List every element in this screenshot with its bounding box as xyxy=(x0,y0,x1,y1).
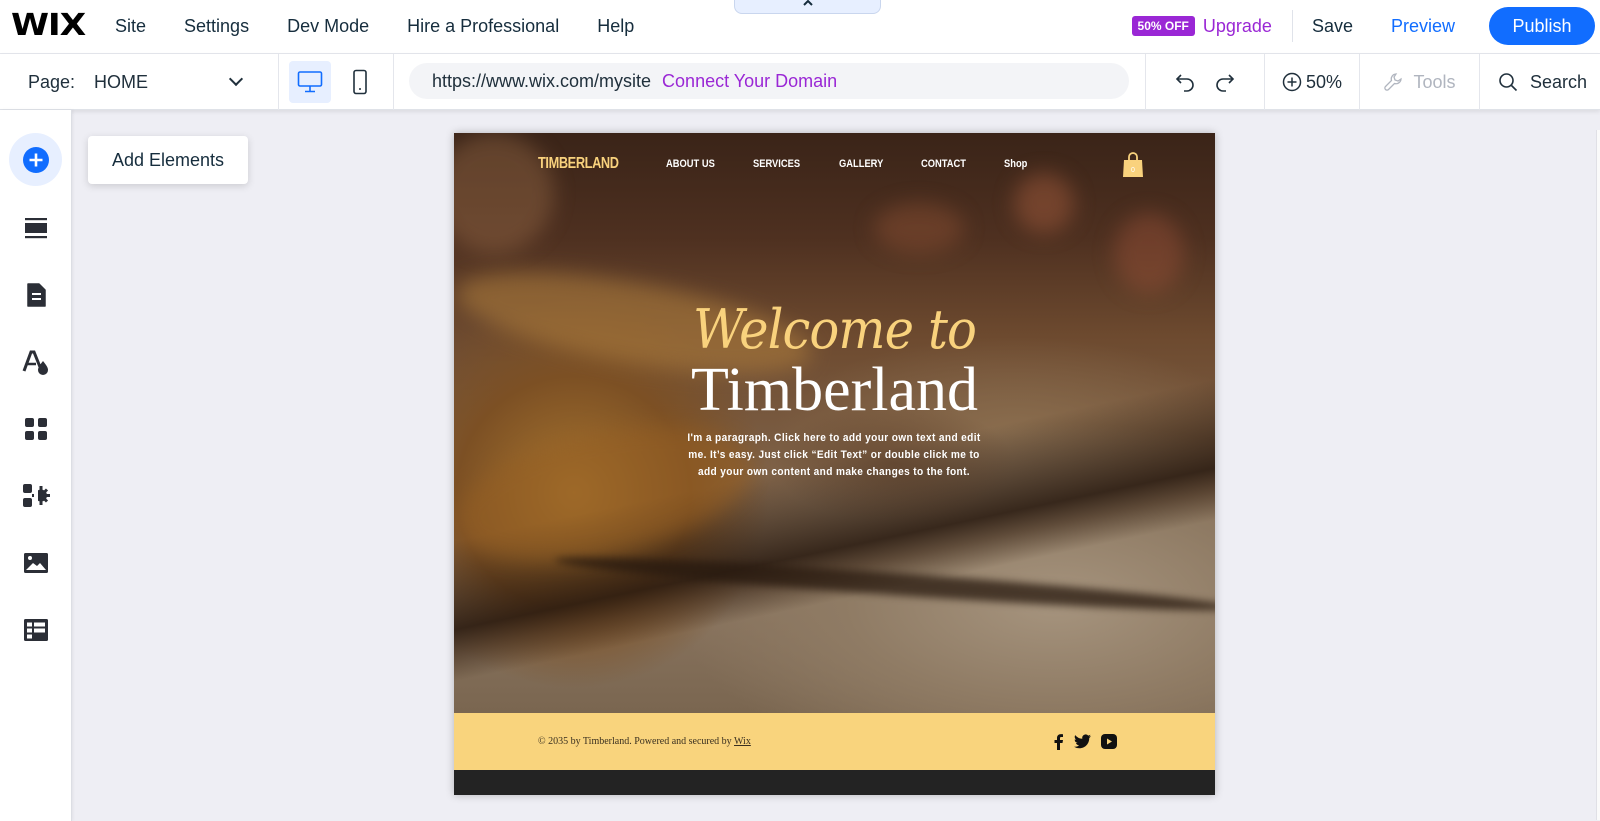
sidebar-item-design[interactable] xyxy=(9,335,62,388)
site-nav-shop[interactable]: Shop xyxy=(1004,158,1027,170)
facebook-icon[interactable] xyxy=(1052,733,1064,750)
page-label: Page: xyxy=(28,71,76,92)
business-apps-icon xyxy=(22,483,50,507)
design-icon xyxy=(22,350,48,375)
add-icon xyxy=(22,146,49,173)
chevron-down-icon xyxy=(228,71,244,87)
shopping-bag-icon: 0 xyxy=(1123,152,1143,177)
menu-help[interactable]: Help xyxy=(597,16,634,37)
site-nav-links: ABOUT US SERVICES GALLERY CONTACT Shop xyxy=(666,158,1062,170)
publish-button[interactable]: Publish xyxy=(1489,7,1595,45)
site-url[interactable]: https://www.wix.com/mysite xyxy=(432,71,651,92)
save-button[interactable]: Save xyxy=(1312,16,1353,37)
apps-icon xyxy=(24,417,47,440)
chevron-up-icon xyxy=(802,0,813,6)
hero-background-image[interactable]: TIMBERLAND ABOUT US SERVICES GALLERY CON… xyxy=(454,133,1215,713)
sidebar-item-media[interactable] xyxy=(9,536,62,589)
site-bottom-strip xyxy=(454,770,1215,795)
sidebar-item-business-apps[interactable] xyxy=(9,469,62,522)
twitter-icon[interactable] xyxy=(1074,734,1091,749)
bokeh-light xyxy=(874,203,964,253)
bokeh-light xyxy=(454,133,554,253)
cart-count: 0 xyxy=(1131,167,1135,174)
hero-title[interactable]: Timberland xyxy=(454,355,1215,426)
bokeh-light xyxy=(1014,173,1074,233)
mobile-icon xyxy=(353,69,367,95)
pages-icon xyxy=(26,282,46,307)
redo-button[interactable] xyxy=(1214,72,1236,92)
youtube-icon[interactable] xyxy=(1101,734,1117,749)
site-nav-contact[interactable]: CONTACT xyxy=(921,158,966,170)
search-button[interactable]: Search xyxy=(1480,54,1600,110)
divider xyxy=(1291,10,1293,42)
page-selector[interactable]: Page: HOME xyxy=(0,54,279,110)
search-icon xyxy=(1499,73,1518,92)
tools-button[interactable]: Tools xyxy=(1360,54,1480,110)
add-elements-tooltip: Add Elements xyxy=(88,136,248,184)
media-icon xyxy=(23,552,48,573)
hero-paragraph[interactable]: I'm a paragraph. Click here to add your … xyxy=(687,430,981,481)
desktop-view-button[interactable] xyxy=(289,61,331,103)
zoom-control[interactable]: 50% xyxy=(1265,54,1360,110)
undo-icon xyxy=(1175,74,1194,92)
sidebar-item-cms[interactable] xyxy=(9,603,62,656)
sidebar-item-pages[interactable] xyxy=(9,268,62,321)
menu-hire-professional[interactable]: Hire a Professional xyxy=(407,16,559,37)
site-header: TIMBERLAND ABOUT US SERVICES GALLERY CON… xyxy=(454,152,1215,179)
device-switcher xyxy=(279,54,394,110)
social-bar xyxy=(1052,733,1117,750)
undo-button[interactable] xyxy=(1174,72,1196,92)
left-sidebar xyxy=(0,110,72,821)
zoom-in-icon xyxy=(1282,72,1302,92)
site-canvas[interactable]: TIMBERLAND ABOUT US SERVICES GALLERY CON… xyxy=(454,133,1215,795)
editor-toolbar: Page: HOME https://www.wix.com/mysite Co… xyxy=(0,54,1600,110)
search-label: Search xyxy=(1529,71,1588,92)
discount-badge: 50% OFF xyxy=(1131,16,1195,36)
timber-crack xyxy=(554,549,1215,619)
history-controls xyxy=(1145,54,1265,110)
menu-site[interactable]: Site xyxy=(115,16,146,37)
hero-welcome-text[interactable]: Welcome to xyxy=(484,298,1184,361)
site-nav-gallery[interactable]: GALLERY xyxy=(839,158,883,170)
sidebar-item-add-elements[interactable] xyxy=(9,133,62,186)
upgrade-link[interactable]: Upgrade xyxy=(1203,16,1272,37)
desktop-icon xyxy=(297,71,323,93)
bokeh-light xyxy=(1114,213,1184,293)
menu-settings[interactable]: Settings xyxy=(184,16,249,37)
sections-icon xyxy=(24,217,47,238)
sidebar-item-apps[interactable] xyxy=(9,402,62,455)
main-menu: Site Settings Dev Mode Hire a Profession… xyxy=(115,0,672,52)
site-footer: © 2035 by Timberland. Powered and secure… xyxy=(454,713,1215,770)
connect-domain-link[interactable]: Connect Your Domain xyxy=(662,71,837,92)
page-value: HOME xyxy=(94,71,149,92)
site-logo[interactable]: TIMBERLAND xyxy=(538,155,619,173)
sidebar-item-sections[interactable] xyxy=(9,201,62,254)
wix-logo[interactable]: WIX xyxy=(11,8,86,43)
preview-button[interactable]: Preview xyxy=(1391,16,1455,37)
right-panel-edge xyxy=(1596,130,1600,820)
cms-icon xyxy=(23,618,48,641)
mobile-view-button[interactable] xyxy=(339,61,381,103)
menu-dev-mode[interactable]: Dev Mode xyxy=(287,16,369,37)
redo-icon xyxy=(1216,74,1235,92)
site-nav-services[interactable]: SERVICES xyxy=(753,158,800,170)
tools-label: Tools xyxy=(1413,71,1456,92)
site-url-bar: https://www.wix.com/mysite Connect Your … xyxy=(409,63,1129,99)
wrench-icon xyxy=(1384,73,1403,91)
top-bar: WIX Site Settings Dev Mode Hire a Profes… xyxy=(0,0,1600,54)
site-nav-about[interactable]: ABOUT US xyxy=(666,158,715,170)
top-actions: 50% OFF Upgrade Save Preview Publish xyxy=(1131,0,1600,52)
footer-wix-link[interactable]: Wix xyxy=(734,736,751,747)
zoom-level: 50% xyxy=(1305,71,1343,92)
cart-button[interactable]: 0 xyxy=(1122,151,1144,184)
footer-copyright: © 2035 by Timberland. Powered and secure… xyxy=(538,736,751,747)
footer-text: © 2035 by Timberland. Powered and secure… xyxy=(538,736,735,747)
collapse-toolbar-button[interactable] xyxy=(734,0,881,14)
